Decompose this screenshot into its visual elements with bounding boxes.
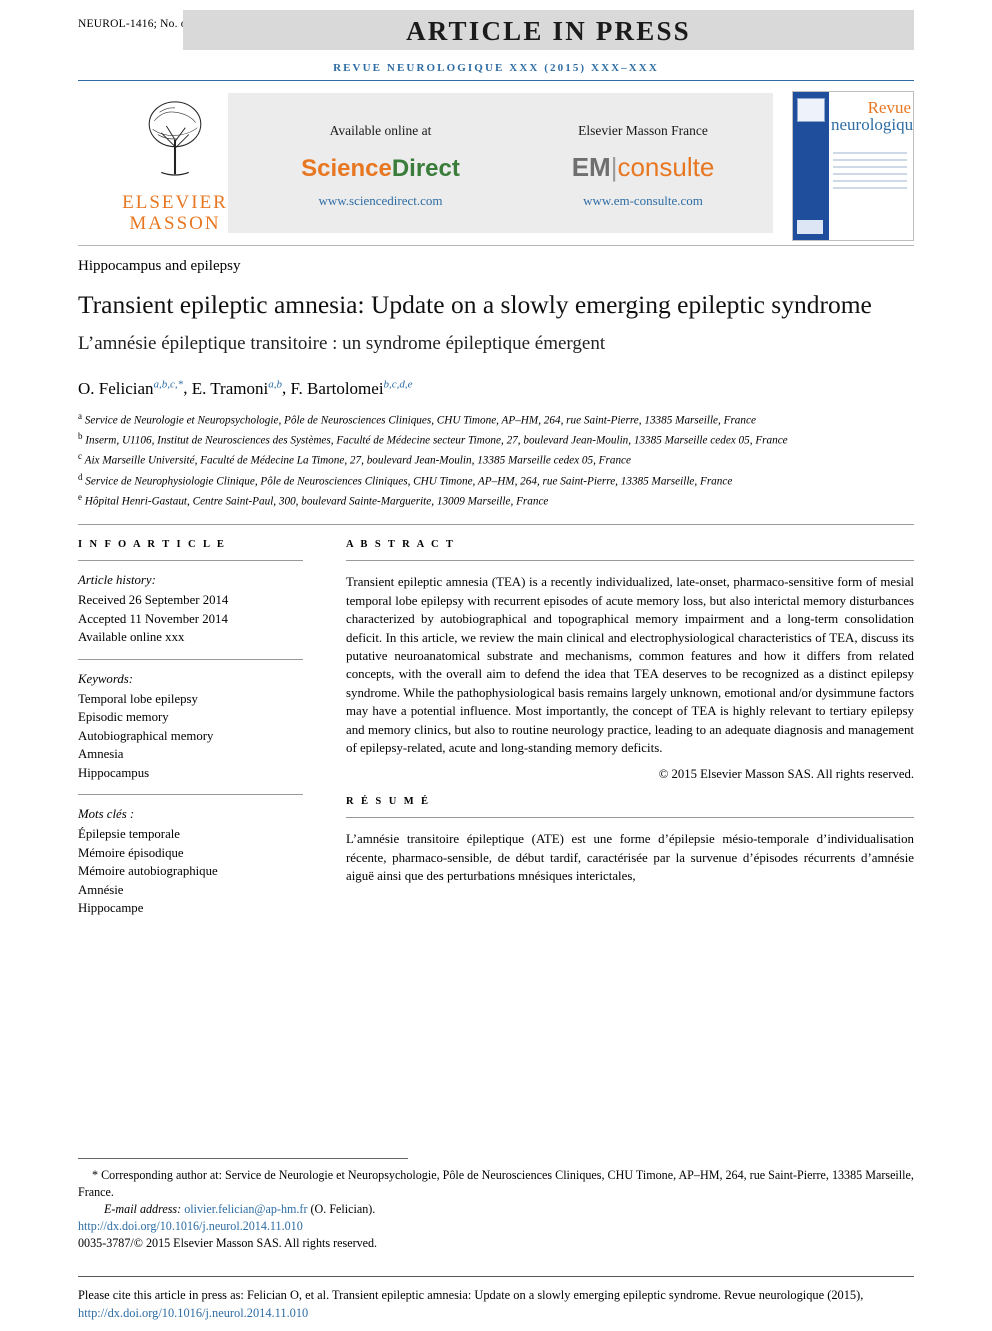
affiliation-d: d Service de Neurophysiologie Clinique, … (78, 471, 733, 488)
emconsulte-block: Elsevier Masson France EM|consulte www.e… (518, 123, 768, 209)
motscles-divider (78, 794, 303, 796)
motcle-5: Hippocampe (78, 901, 144, 916)
info-column: I N F O A R T I C L E Article history: R… (78, 539, 316, 918)
cite-doi-link[interactable]: http://dx.doi.org/10.1016/j.neurol.2014.… (78, 1306, 308, 1320)
history-received: Received 26 September 2014 (78, 593, 229, 608)
motscles-label: Mots clés : (78, 807, 135, 822)
abstract-column: A B S T R A C T Transient epileptic amne… (346, 539, 914, 885)
email-owner: (O. Felician). (310, 1202, 376, 1216)
article-history-label: Article history: (78, 573, 156, 588)
author-3: F. Bartolomeib,c,d,e (290, 378, 413, 398)
keyword-5: Hippocampus (78, 765, 150, 780)
doi-link[interactable]: http://dx.doi.org/10.1016/j.neurol.2014.… (78, 1218, 914, 1235)
resume-text: L’amnésie transitoire épileptique (ATE) … (346, 832, 914, 884)
email-note: E-mail address: olivier.felician@ap-hm.f… (78, 1201, 914, 1218)
cite-this-article-box: Please cite this article in press as: Fe… (78, 1276, 914, 1322)
affiliations: a Service de Neurologie et Neuropsycholo… (78, 409, 914, 511)
keyword-2: Episodic memory (78, 710, 169, 725)
cover-small-icon (797, 98, 825, 122)
affiliation-a: a Service de Neurologie et Neuropsycholo… (78, 410, 756, 427)
top-bar: NEUROL-1416; No. of Pages 9 ARTICLE IN P… (78, 8, 914, 54)
author-list: O. Feliciana,b,c,*, E. Tramonia,b, F. Ba… (78, 378, 413, 398)
abstract-text: Transient epileptic amnesia (TEA) is a r… (346, 575, 914, 755)
abstract-heading: A B S T R A C T (346, 539, 456, 551)
author-1: O. Feliciana,b,c,* (78, 378, 184, 398)
emconsulte-url[interactable]: www.em-consulte.com (518, 193, 768, 209)
motcle-4: Amnésie (78, 882, 124, 897)
abstract-divider (346, 560, 914, 562)
affiliation-b: b Inserm, U1106, Institut de Neuroscienc… (78, 430, 788, 447)
footnotes: * Corresponding author at: Service de Ne… (78, 1158, 914, 1252)
cover-bottom-block (797, 220, 823, 234)
corresponding-author-note: * Corresponding author at: Service de Ne… (78, 1168, 914, 1199)
affiliation-e: e Hôpital Henri-Gastaut, Centre Saint-Pa… (78, 491, 549, 508)
cover-title: Revue neurologique (831, 98, 914, 134)
journal-citation-line: REVUE NEUROLOGIQUE XXX (2015) XXX–XXX (333, 62, 659, 74)
email-address[interactable]: olivier.felician@ap-hm.fr (184, 1202, 307, 1216)
footnote-divider (78, 1158, 408, 1159)
sciencedirect-block: Available online at ScienceDirect www.sc… (248, 123, 513, 209)
resume-divider (346, 817, 914, 819)
online-availability-box: Available online at ScienceDirect www.sc… (228, 93, 773, 233)
elsevier-masson-france-label: Elsevier Masson France (578, 123, 708, 138)
section-kicker: Hippocampus and epilepsy (78, 258, 241, 274)
history-available-online: Available online xxx (78, 630, 185, 645)
info-abstract-columns: I N F O A R T I C L E Article history: R… (78, 525, 914, 955)
asterisk-marker: * (92, 1168, 99, 1182)
available-online-label: Available online at (329, 123, 432, 138)
article-page: NEUROL-1416; No. of Pages 9 ARTICLE IN P… (0, 8, 992, 1331)
info-article-heading: I N F O A R T I C L E (78, 539, 227, 551)
masthead-divider (78, 245, 914, 246)
motcle-3: Mémoire autobiographique (78, 864, 218, 879)
article-in-press-text: ARTICLE IN PRESS (406, 16, 691, 46)
keywords-label: Keywords: (78, 671, 133, 686)
keyword-4: Amnesia (78, 747, 124, 762)
motcle-1: Épilepsie temporale (78, 827, 180, 842)
blue-divider (78, 80, 914, 81)
abstract-copyright: © 2015 Elsevier Masson SAS. All rights r… (658, 767, 914, 782)
emconsulte-logo: EM|consulte (571, 152, 715, 182)
keyword-3: Autobiographical memory (78, 728, 214, 743)
page-subtitle: L’amnésie épileptique transitoire : un s… (78, 333, 606, 354)
issn-copyright: 0035-3787/© 2015 Elsevier Masson SAS. Al… (78, 1236, 378, 1250)
email-label: E-mail address: (104, 1202, 182, 1216)
journal-cover-thumbnail: Revue neurologique (792, 91, 914, 241)
history-accepted: Accepted 11 November 2014 (78, 611, 228, 626)
sciencedirect-logo: ScienceDirect (301, 155, 460, 182)
motcle-2: Mémoire épisodique (78, 845, 184, 860)
masthead: ELSEVIER MASSON Available online at Scie… (78, 91, 914, 241)
keywords-divider (78, 658, 303, 660)
cover-text-lines (833, 152, 907, 194)
resume-heading: R É S U M É (346, 796, 431, 808)
affiliation-c: c Aix Marseille Université, Faculté de M… (78, 451, 631, 468)
elsevier-tree-icon (148, 101, 202, 176)
keyword-1: Temporal lobe epilepsy (78, 691, 198, 706)
page-title: Transient epileptic amnesia: Update on a… (78, 290, 872, 319)
sciencedirect-url[interactable]: www.sciencedirect.com (248, 193, 513, 209)
author-2: E. Tramonia,b (191, 378, 282, 398)
info-divider (78, 560, 303, 562)
cite-text: Please cite this article in press as: Fe… (78, 1288, 864, 1320)
